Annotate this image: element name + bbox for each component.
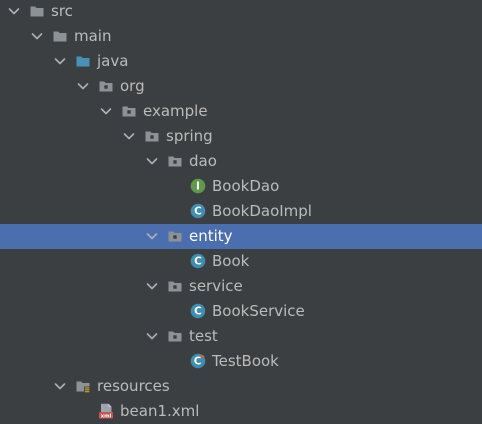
chevron-down-icon[interactable]: [144, 278, 160, 294]
tree-item-bookdaoimpl[interactable]: C BookDaoImpl: [0, 199, 482, 224]
tree-item-test[interactable]: test: [0, 324, 482, 349]
tree-item-label: resources: [97, 377, 170, 395]
tree-item-java[interactable]: java: [0, 49, 482, 74]
tree-item-label: BookDaoImpl: [212, 202, 312, 220]
tree-item-main[interactable]: main: [0, 24, 482, 49]
svg-text:xml: xml: [101, 413, 112, 419]
resources-folder-icon: [75, 378, 91, 394]
tree-item-service[interactable]: service: [0, 274, 482, 299]
package-icon: [121, 103, 137, 119]
tree-item-label: org: [120, 77, 145, 95]
tree-item-label: BookDao: [212, 177, 280, 195]
xml-file-icon: xml: [98, 403, 114, 419]
chevron-down-icon[interactable]: [98, 103, 114, 119]
tree-item-label: BookService: [212, 302, 305, 320]
svg-text:C: C: [194, 206, 202, 218]
source-folder-icon: [75, 53, 91, 69]
tree-item-label: src: [51, 2, 73, 20]
svg-text:I: I: [196, 181, 200, 193]
test-class-icon: C: [190, 353, 206, 369]
package-icon: [167, 153, 183, 169]
tree-item-label: spring: [166, 127, 213, 145]
chevron-down-icon[interactable]: [144, 153, 160, 169]
interface-icon: I: [190, 178, 206, 194]
tree-item-label: dao: [189, 152, 217, 170]
folder-icon: [52, 28, 68, 44]
package-icon: [167, 328, 183, 344]
tree-item-src[interactable]: src: [0, 0, 482, 24]
tree-item-testbook[interactable]: C TestBook: [0, 349, 482, 374]
tree-item-entity[interactable]: entity: [0, 224, 482, 249]
chevron-down-icon[interactable]: [144, 228, 160, 244]
chevron-down-icon[interactable]: [121, 128, 137, 144]
tree-item-label: bean1.xml: [120, 402, 200, 420]
tree-item-bookdao[interactable]: I BookDao: [0, 174, 482, 199]
class-icon: C: [190, 203, 206, 219]
tree-item-label: java: [97, 52, 129, 70]
tree-item-label: test: [189, 327, 218, 345]
tree-item-label: TestBook: [212, 352, 279, 370]
chevron-down-icon[interactable]: [75, 78, 91, 94]
class-icon: C: [190, 253, 206, 269]
tree-item-bean1-xml[interactable]: xml bean1.xml: [0, 399, 482, 424]
tree-item-label: main: [74, 27, 112, 45]
tree-item-label: entity: [189, 227, 233, 245]
tree-item-spring[interactable]: spring: [0, 124, 482, 149]
tree-item-label: service: [189, 277, 243, 295]
tree-item-label: Book: [212, 252, 250, 270]
package-icon: [167, 228, 183, 244]
chevron-down-icon[interactable]: [144, 328, 160, 344]
svg-text:C: C: [194, 306, 202, 318]
tree-item-resources[interactable]: resources: [0, 374, 482, 399]
project-tree: src main java org example spring dao I BookDao C B…: [0, 0, 482, 424]
chevron-down-icon[interactable]: [6, 3, 22, 19]
package-icon: [98, 78, 114, 94]
tree-item-org[interactable]: org: [0, 74, 482, 99]
class-icon: C: [190, 303, 206, 319]
package-icon: [167, 278, 183, 294]
package-icon: [144, 128, 160, 144]
tree-item-book[interactable]: C Book: [0, 249, 482, 274]
svg-text:C: C: [194, 256, 202, 268]
tree-item-label: example: [143, 102, 208, 120]
tree-item-example[interactable]: example: [0, 99, 482, 124]
folder-icon: [29, 3, 45, 19]
chevron-down-icon[interactable]: [29, 28, 45, 44]
tree-item-dao[interactable]: dao: [0, 149, 482, 174]
chevron-down-icon[interactable]: [52, 53, 68, 69]
tree-item-bookservice[interactable]: C BookService: [0, 299, 482, 324]
chevron-down-icon[interactable]: [52, 378, 68, 394]
